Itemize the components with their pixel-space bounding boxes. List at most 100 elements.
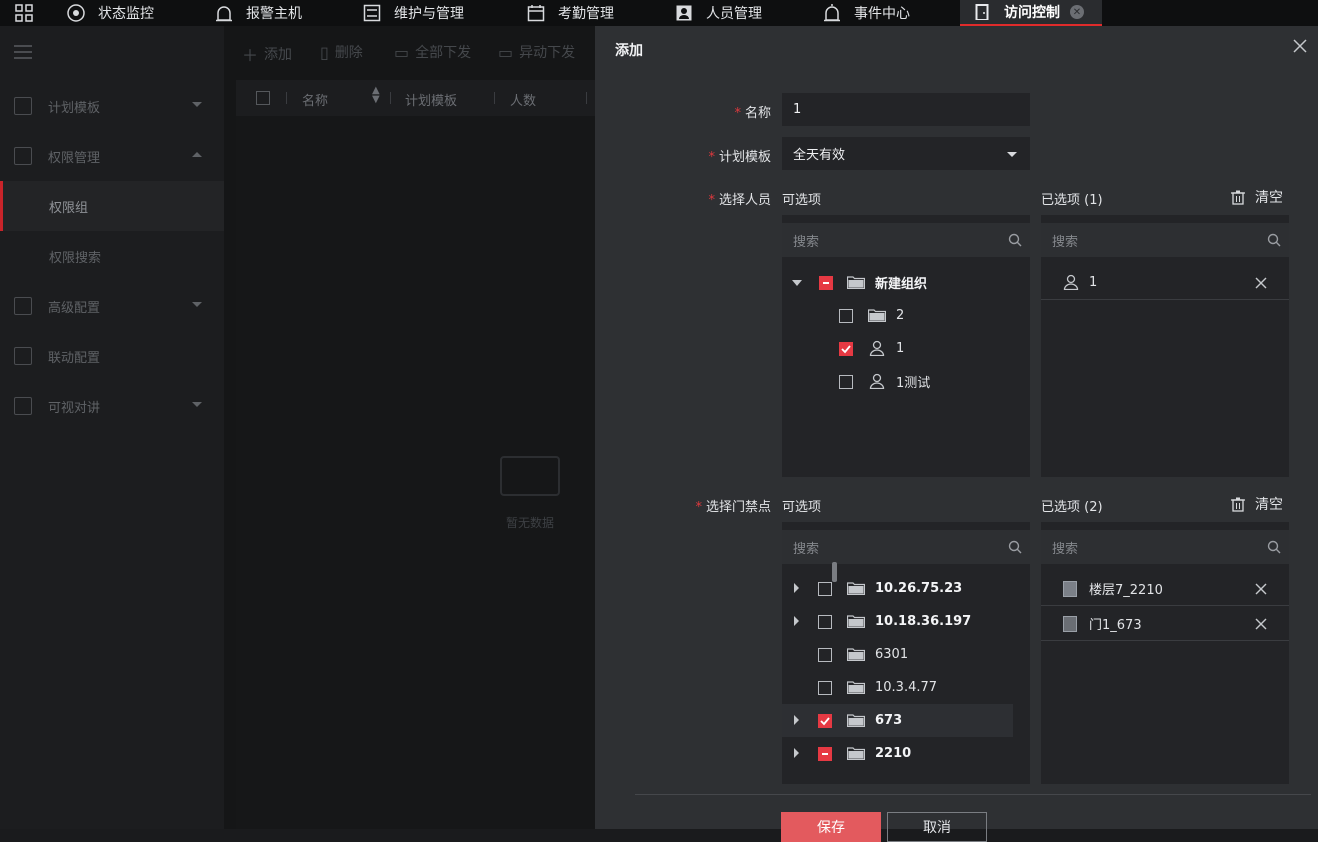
door-icon: [1063, 616, 1077, 632]
push-changed-label: 异动下发: [519, 45, 576, 61]
lock-icon: [14, 147, 32, 165]
tree-node-2[interactable]: 2: [782, 299, 1030, 332]
template-icon: [14, 97, 32, 115]
add-button[interactable]: ＋ 添加: [242, 42, 292, 66]
required-mark: *: [708, 150, 715, 165]
folder-icon: [846, 581, 866, 596]
tab-status-monitor-label[interactable]: 状态监控: [66, 0, 154, 26]
push-changed-button[interactable]: ▭ 异动下发: [498, 42, 575, 62]
door-node-6[interactable]: 2210: [782, 737, 1013, 770]
sidebar-item-label: 权限组: [49, 200, 89, 216]
remove-icon[interactable]: [1255, 618, 1267, 630]
person-search-input[interactable]: 搜索: [782, 223, 1030, 257]
selected-person-item: 1: [1041, 266, 1289, 300]
door-node-1[interactable]: 10.26.75.23: [782, 572, 1013, 605]
door-search-input[interactable]: 搜索: [782, 530, 1030, 564]
hamburger-menu-icon[interactable]: [14, 45, 32, 63]
tab-event-center[interactable]: 事件中心: [822, 0, 910, 26]
push-icon: ▭: [394, 42, 410, 62]
cancel-button[interactable]: 取消: [887, 812, 987, 842]
door-node-label: 2210: [875, 746, 912, 761]
tree-checkbox[interactable]: [818, 681, 832, 695]
remove-icon[interactable]: [1255, 583, 1267, 595]
tree-node-new-org[interactable]: 新建组织: [782, 266, 1030, 299]
person-available-label: 可选项: [782, 193, 822, 208]
search-icon: [1267, 540, 1281, 554]
remove-icon[interactable]: [1255, 277, 1267, 289]
tree-checkbox[interactable]: [818, 615, 832, 629]
door-node-4[interactable]: 10.3.4.77: [782, 671, 1013, 704]
column-name[interactable]: 名称: [302, 90, 328, 109]
tree-checkbox-checked[interactable]: [839, 342, 853, 356]
sidebar-item-linkage-config[interactable]: 联动配置: [0, 331, 224, 381]
save-button[interactable]: 保存: [781, 812, 881, 842]
person-selected-label: 已选项 (1): [1041, 193, 1103, 208]
sidebar-item-advanced-config[interactable]: 高级配置: [0, 281, 224, 331]
delete-label: 删除: [334, 45, 363, 61]
expand-icon[interactable]: [794, 715, 799, 725]
door-node-2[interactable]: 10.18.36.197: [782, 605, 1013, 638]
empty-text: 暂无数据: [505, 516, 554, 530]
tab-maintenance[interactable]: 维护与管理: [362, 0, 464, 26]
column-template[interactable]: 计划模板: [405, 90, 457, 109]
add-label: 添加: [264, 47, 293, 63]
name-input[interactable]: 1: [782, 93, 1030, 126]
door-node-3[interactable]: 6301: [782, 638, 1013, 671]
tab-alarm-host[interactable]: 报警主机: [214, 0, 302, 26]
expand-icon[interactable]: [794, 748, 799, 758]
door-node-5[interactable]: 673: [782, 704, 1013, 737]
calendar-icon: [526, 4, 546, 22]
tree-node-label: 2: [896, 308, 905, 323]
tab-access-control[interactable]: 访问控制 ✕: [960, 0, 1102, 26]
config-icon: [14, 297, 32, 315]
table-header: 名称 ▲ ▼ 计划模板 人数: [236, 80, 596, 116]
dial-icon: [66, 4, 86, 22]
tree-node-person-1test[interactable]: 1测试: [782, 365, 1030, 398]
tree-checkbox[interactable]: [839, 375, 853, 389]
tree-checkbox-partial[interactable]: [818, 747, 832, 761]
sidebar-item-permission-group[interactable]: 权限组: [0, 181, 224, 231]
push-all-button[interactable]: ▭ 全部下发: [394, 42, 471, 62]
person-card-icon: [674, 4, 694, 22]
expand-icon[interactable]: [794, 583, 799, 593]
sidebar-item-label: 联动配置: [48, 350, 101, 366]
scrollbar-thumb[interactable]: [832, 562, 837, 582]
delete-button[interactable]: ▯ 删除: [320, 42, 363, 62]
sidebar-item-permission-management[interactable]: 权限管理: [0, 131, 224, 181]
sidebar-item-permission-search[interactable]: 权限搜索: [0, 231, 224, 281]
search-icon: [1267, 233, 1281, 247]
tab-attendance[interactable]: 考勤管理: [526, 0, 614, 26]
tree-checkbox[interactable]: [839, 309, 853, 323]
tab-personnel[interactable]: 人员管理: [674, 0, 762, 26]
template-select[interactable]: 全天有效: [782, 137, 1030, 170]
close-icon[interactable]: [1292, 38, 1308, 54]
expand-icon[interactable]: [794, 616, 799, 626]
expand-icon[interactable]: [792, 280, 802, 286]
tree-checkbox[interactable]: [818, 582, 832, 596]
tab-label: 访问控制: [1004, 5, 1060, 21]
tab-status-monitor[interactable]: [14, 0, 46, 26]
clear-label: 清空: [1255, 190, 1283, 206]
tree-checkbox[interactable]: [819, 276, 833, 290]
close-tab-icon[interactable]: ✕: [1070, 5, 1084, 19]
selected-person-search-input[interactable]: 搜索: [1041, 223, 1289, 257]
select-all-checkbox[interactable]: [256, 91, 270, 105]
selected-door-search-input[interactable]: 搜索: [1041, 530, 1289, 564]
person-clear-button[interactable]: 清空: [1231, 187, 1283, 207]
door-label: * 选择门禁点: [695, 496, 771, 515]
trash-icon: [1231, 190, 1245, 205]
footer-divider: [635, 794, 1311, 795]
tree-checkbox-checked[interactable]: [818, 714, 832, 728]
tree-node-person-1[interactable]: 1: [782, 332, 1030, 365]
maintenance-icon: [362, 4, 382, 22]
template-label-text: 计划模板: [718, 150, 771, 165]
tree-checkbox[interactable]: [818, 648, 832, 662]
sidebar-item-video-intercom[interactable]: 可视对讲: [0, 381, 224, 431]
search-placeholder: 搜索: [793, 541, 820, 557]
door-selected-label: 已选项 (2): [1041, 500, 1103, 515]
column-count[interactable]: 人数: [510, 90, 536, 109]
door-clear-button[interactable]: 清空: [1231, 494, 1283, 514]
sidebar-item-schedule-template[interactable]: 计划模板: [0, 81, 224, 131]
sort-icon[interactable]: ▲ ▼: [372, 86, 380, 105]
trash-icon: ▯: [320, 42, 329, 62]
